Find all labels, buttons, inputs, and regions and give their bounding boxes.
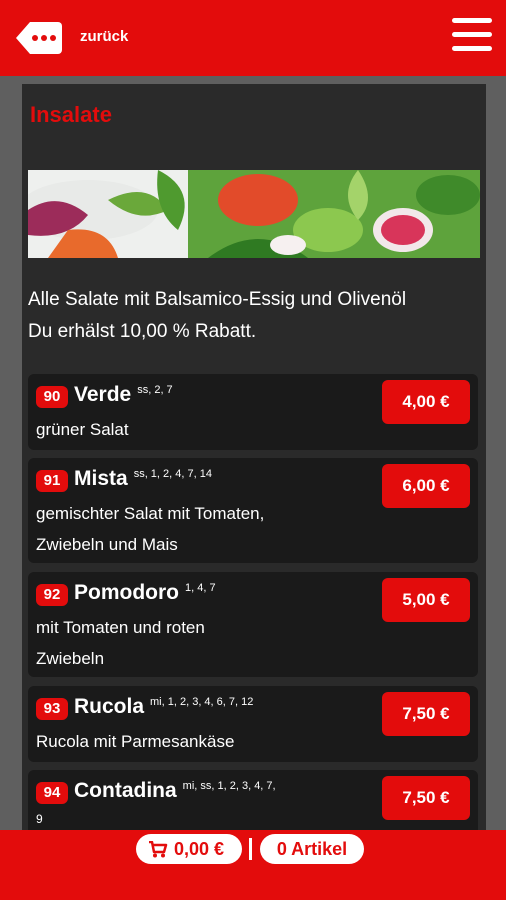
item-allergens: 1, 4, 7 [185,582,216,594]
item-number: 90 [36,386,68,408]
menu-button[interactable] [452,18,494,56]
item-description: gemischter Salat mit Tomaten, Zwiebeln u… [36,498,346,560]
item-name: Pomodoro 1, 4, 7 [74,581,216,605]
item-allergens: ss, 1, 2, 4, 7, 14 [133,468,212,480]
price-button[interactable]: 7,50 € [382,692,470,736]
item-title: Pomodoro [74,581,179,604]
item-name: Contadina mi, ss, 1, 2, 3, 4, 7, [74,779,276,803]
content-panel: Insalate Alle Salate mit Balsamico-Essig… [22,84,486,830]
item-desc-line: Zwiebeln [36,649,105,668]
item-allergens: mi, ss, 1, 2, 3, 4, 7, [182,780,276,792]
item-description: mit Tomaten und roten Zwiebeln [36,612,346,674]
item-desc-line: grüner Salat [36,420,129,439]
back-label[interactable]: zurück [80,28,128,45]
hamburger-menu-icon [452,18,492,23]
item-description: grüner Salat [36,414,346,445]
salad-banner-image [28,170,480,258]
item-desc-line: gemischter Salat mit Tomaten, [36,504,265,523]
footer-divider [249,838,252,860]
menu-item[interactable]: 90 Verde ss, 2, 7 grüner Salat 4,00 € [28,374,478,450]
item-allergens: mi, 1, 2, 3, 4, 6, 7, 12 [150,696,254,708]
item-number: 93 [36,698,68,720]
item-title: Verde [74,383,132,406]
cart-total-button[interactable]: 0,00 € [136,834,242,864]
item-number: 94 [36,782,68,804]
menu-item[interactable]: 93 Rucola mi, 1, 2, 3, 4, 6, 7, 12 Rucola… [28,686,478,762]
item-name: Mista ss, 1, 2, 4, 7, 14 [74,467,212,491]
item-desc-line: mit Tomaten und roten [36,618,205,637]
item-title: Contadina [74,779,177,802]
price-button[interactable]: 4,00 € [382,380,470,424]
item-title: Mista [74,467,128,490]
hamburger-line [452,32,492,37]
info-dressing: Alle Salate mit Balsamico-Essig und Oliv… [28,289,407,310]
bottom-bar: 0,00 € 0 Artikel [0,830,506,900]
back-button[interactable] [14,20,62,56]
price-button[interactable]: 7,50 € [382,776,470,820]
top-bar: zurück [0,0,506,76]
item-name: Rucola mi, 1, 2, 3, 4, 6, 7, 12 [74,695,253,719]
item-title: Rucola [74,695,145,718]
back-chat-icon [16,22,62,54]
item-desc-line: Rucola mit Parmesankäse [36,732,235,751]
price-button[interactable]: 6,00 € [382,464,470,508]
price-button[interactable]: 5,00 € [382,578,470,622]
section-title: Insalate [30,102,112,127]
menu-item[interactable]: 94 Contadina mi, ss, 1, 2, 3, 4, 7, 9 7,5… [28,770,478,830]
section-info: Alle Salate mit Balsamico-Essig und Oliv… [28,284,484,348]
cart-total: 0,00 € [174,839,225,859]
item-desc-line: 9 [36,812,43,826]
item-number: 91 [36,470,68,492]
item-allergens: ss, 2, 7 [137,384,173,396]
menu-item[interactable]: 92 Pomodoro 1, 4, 7 mit Tomaten und roten… [28,572,478,677]
item-number: 92 [36,584,68,606]
menu-item[interactable]: 91 Mista ss, 1, 2, 4, 7, 14 gemischter Sa… [28,458,478,563]
hamburger-line [452,46,492,51]
item-desc-line: Zwiebeln und Mais [36,535,178,554]
info-discount: Du erhälst 10,00 % Rabatt. [28,321,257,342]
item-description: 9 [36,804,346,830]
article-count-button[interactable]: 0 Artikel [260,834,364,864]
item-name: Verde ss, 2, 7 [74,383,173,407]
cart-icon [149,841,168,858]
item-description: Rucola mit Parmesankäse [36,726,346,757]
